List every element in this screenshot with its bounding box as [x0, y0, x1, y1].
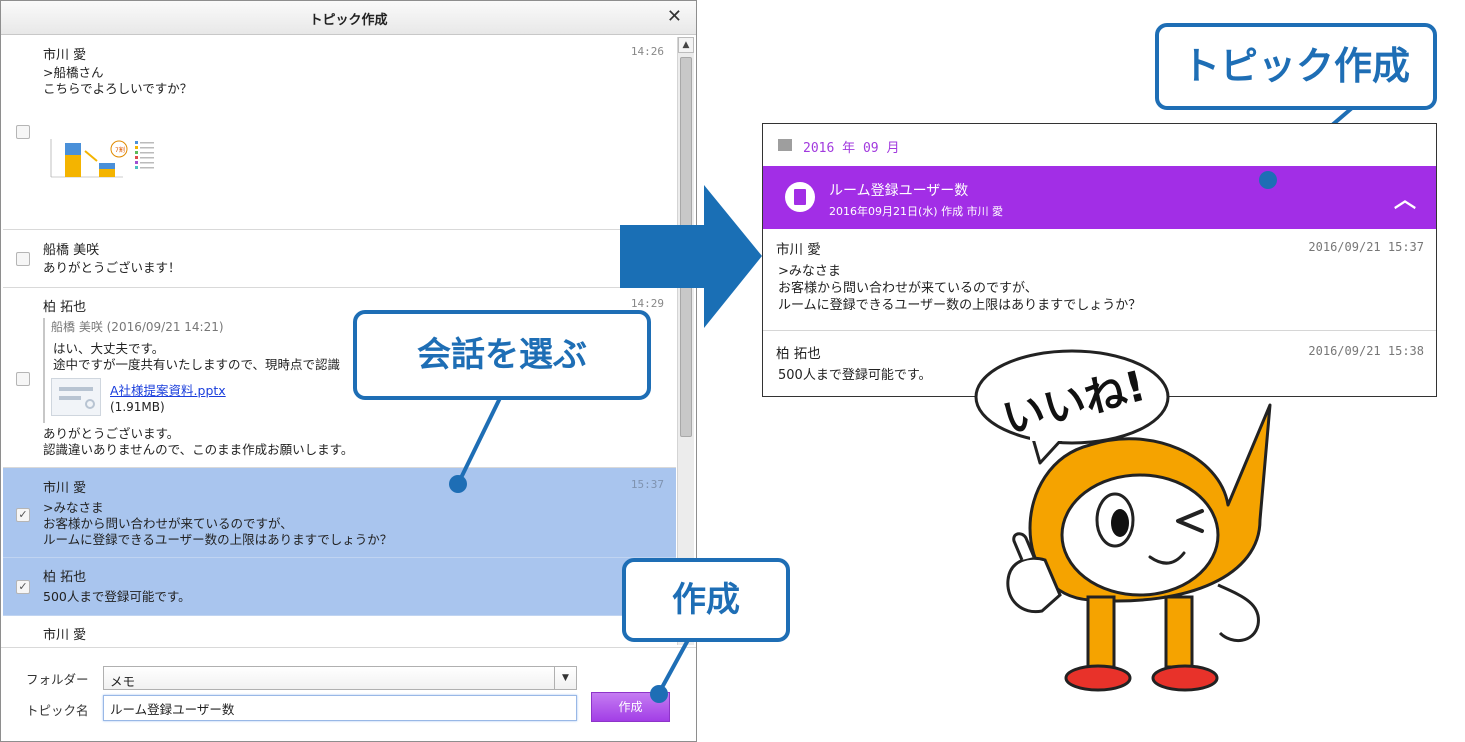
message-time: 2016/09/21 15:37: [1308, 240, 1424, 254]
message-sender: 船橋 美咲: [43, 243, 100, 258]
message-text: >みなさま お客様から問い合わせが来ているのですが、 ルームに登録できるユーザー…: [778, 264, 1142, 313]
message-checkbox[interactable]: [16, 252, 30, 266]
message-text: ありがとうございます！: [43, 260, 181, 275]
topic-name-label: トピック名: [26, 703, 89, 718]
mascot-illustration: いいね!: [974, 349, 1272, 692]
dialog-title: トピック作成: [309, 13, 388, 28]
message-checkbox-checked[interactable]: ✓: [16, 580, 30, 594]
dialog-titlebar: トピック作成 ✕: [1, 1, 696, 35]
scroll-up-icon[interactable]: ▲: [678, 37, 694, 53]
attachment-size: (1.91MB): [110, 400, 165, 414]
document-icon: [785, 182, 815, 212]
callout-topic-create: トピック作成: [1155, 23, 1437, 110]
topic-header[interactable]: ルーム登録ユーザー数 2016年09月21日(水) 作成 市川 愛 ︿: [763, 166, 1436, 229]
callout-pointer-dot: [650, 685, 668, 703]
chevron-up-icon[interactable]: ︿: [1394, 182, 1416, 214]
message-text: >船橋さん こちらでよろしいですか？: [43, 65, 193, 96]
list-item[interactable]: 船橋 美咲 ありがとうございます！: [3, 230, 676, 288]
topic-message: 市川 愛 2016/09/21 15:37 >みなさま お客様から問い合わせが来…: [763, 229, 1436, 331]
scrollbar[interactable]: ▲: [677, 37, 694, 645]
message-sender: 柏 拓也: [776, 346, 821, 362]
folder-selected-value: メモ: [110, 674, 136, 689]
callout-create: 作成: [622, 558, 790, 642]
message-sender: 柏 拓也: [43, 570, 87, 585]
message-sender: 市川 愛: [43, 48, 87, 63]
calendar-icon: [778, 139, 792, 151]
folder-select[interactable]: メモ ▼: [103, 666, 577, 690]
topic-title: ルーム登録ユーザー数: [829, 183, 969, 199]
attachment-link[interactable]: A社様提案資料.pptx: [110, 380, 226, 399]
quote-header: 船橋 美咲 (2016/09/21 14:21): [51, 320, 224, 334]
message-sender: 市川 愛: [43, 628, 87, 643]
topic-form: フォルダー メモ ▼ トピック名 作成: [1, 647, 696, 741]
topic-name-input[interactable]: [103, 695, 577, 721]
callout-pointer-dot: [1259, 171, 1277, 189]
quote-text: はい、大丈夫です。 途中ですが一度共有いたしますので、現時点で認識: [53, 341, 341, 372]
file-thumbnail-icon[interactable]: [51, 378, 101, 416]
list-item[interactable]: 市川 愛: [3, 616, 676, 645]
message-text: >みなさま お客様から問い合わせが来ているのですが、 ルームに登録できるユーザー…: [43, 500, 393, 547]
month-header: 2016 年 09 月: [763, 124, 1436, 166]
arrow-right-icon: [620, 185, 762, 328]
list-item-selected[interactable]: ✓ 柏 拓也 500人まで登録可能です。: [3, 558, 676, 616]
message-text: 500人まで登録可能です。: [43, 589, 191, 604]
message-sender: 市川 愛: [43, 481, 87, 496]
callout-pointer-dot: [449, 475, 467, 493]
callout-select-conversation: 会話を選ぶ: [353, 310, 651, 400]
message-sender: 柏 拓也: [43, 300, 87, 315]
chart-thumbnail-image[interactable]: 7割: [43, 135, 163, 185]
list-item[interactable]: 市川 愛 14:26 >船橋さん こちらでよろしいですか？ 7割: [3, 35, 676, 230]
list-item-selected[interactable]: ✓ 市川 愛 15:37 >みなさま お客様から問い合わせが来ているのですが、 …: [3, 468, 676, 558]
folder-label: フォルダー: [26, 672, 89, 687]
message-checkbox[interactable]: [16, 125, 30, 139]
message-sender: 市川 愛: [776, 242, 821, 258]
topic-meta: 2016年09月21日(水) 作成 市川 愛: [829, 205, 1004, 218]
quote-bar: [43, 318, 45, 423]
message-time: 14:26: [630, 45, 664, 58]
message-time: 2016/09/21 15:38: [1308, 344, 1424, 358]
message-checkbox-checked[interactable]: ✓: [16, 508, 30, 522]
month-label: 2016 年 09 月: [803, 141, 900, 156]
chevron-down-icon[interactable]: ▼: [554, 667, 576, 689]
message-text: 500人まで登録可能です。: [778, 368, 932, 383]
message-text: ありがとうございます。 認識違いありませんので、このまま作成お願いします。: [43, 426, 354, 457]
close-icon[interactable]: ✕: [667, 6, 682, 28]
message-checkbox[interactable]: [16, 372, 30, 386]
svg-text:7割: 7割: [115, 146, 125, 154]
message-time: 15:37: [630, 478, 664, 491]
